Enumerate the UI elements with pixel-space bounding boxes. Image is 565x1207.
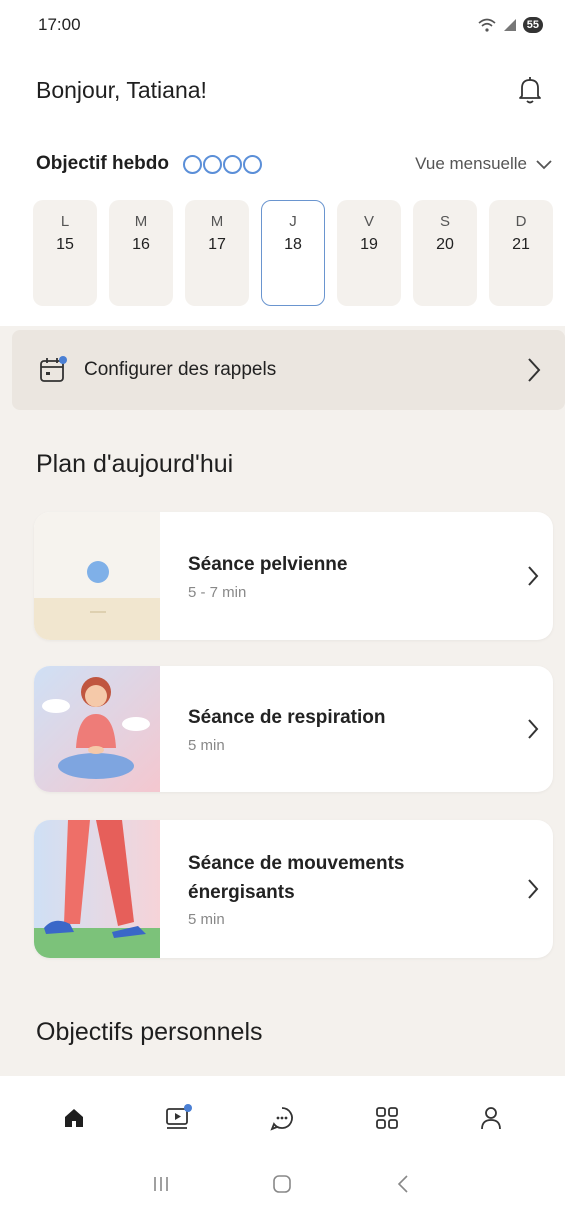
back-icon[interactable] bbox=[392, 1172, 416, 1196]
configure-reminders-label: Configurer des rappels bbox=[84, 359, 277, 380]
day-selector: L 15 M 16 M 17 J 18 V 19 S 20 D 21 bbox=[33, 200, 555, 306]
day-letter: M bbox=[134, 213, 148, 230]
status-bar: 17:00 55 bbox=[0, 0, 565, 50]
day-thursday-selected[interactable]: J 18 bbox=[261, 200, 325, 306]
session-duration: 5 - 7 min bbox=[188, 583, 247, 601]
day-sunday[interactable]: D 21 bbox=[489, 200, 553, 306]
card-body: Séance pelvienne 5 - 7 min bbox=[160, 551, 513, 601]
personal-goals-title: Objectifs personnels bbox=[36, 1018, 263, 1046]
bottom-nav bbox=[0, 1076, 565, 1160]
session-duration: 5 min bbox=[188, 736, 225, 754]
status-time: 17:00 bbox=[38, 15, 81, 34]
day-letter: M bbox=[210, 213, 224, 230]
goal-circle bbox=[243, 154, 262, 174]
day-number: 20 bbox=[436, 236, 454, 253]
day-letter: L bbox=[60, 213, 70, 230]
day-letter: D bbox=[515, 213, 527, 230]
home-system-icon[interactable] bbox=[270, 1172, 294, 1196]
breathing-session-illustration bbox=[34, 666, 160, 792]
day-number: 18 bbox=[284, 236, 302, 253]
card-body: Séance de respiration 5 min bbox=[160, 704, 513, 754]
battery-indicator: 55 bbox=[522, 17, 543, 33]
chat-icon bbox=[270, 1107, 294, 1131]
day-friday[interactable]: V 19 bbox=[337, 200, 401, 306]
session-card-energizing[interactable]: Séance de mouvements énergisants 5 min bbox=[34, 820, 553, 958]
configure-reminders-button[interactable]: Configurer des rappels bbox=[12, 330, 565, 410]
day-tuesday[interactable]: M 16 bbox=[109, 200, 173, 306]
grid-icon bbox=[375, 1107, 398, 1129]
nav-catalog[interactable] bbox=[357, 1088, 417, 1148]
monthly-view-toggle[interactable]: Vue mensuelle bbox=[415, 154, 553, 174]
day-number: 21 bbox=[512, 236, 530, 253]
goal-circle bbox=[223, 154, 242, 174]
chevron-right-icon bbox=[528, 358, 541, 382]
day-number: 17 bbox=[208, 236, 226, 253]
session-card-pelvic[interactable]: Séance pelvienne 5 - 7 min bbox=[34, 512, 553, 640]
weekly-goal-row: Objectif hebdo Vue mensuelle bbox=[36, 148, 553, 180]
chevron-right-icon bbox=[513, 562, 553, 590]
bell-icon[interactable] bbox=[517, 75, 543, 105]
day-letter: J bbox=[289, 213, 297, 230]
pelvic-session-illustration bbox=[34, 512, 160, 640]
monthly-view-label: Vue mensuelle bbox=[415, 154, 527, 173]
profile-icon bbox=[480, 1107, 501, 1130]
chevron-right-icon bbox=[513, 715, 553, 743]
day-number: 15 bbox=[56, 236, 74, 253]
day-number: 19 bbox=[360, 236, 378, 253]
greeting: Bonjour, Tatiana! bbox=[36, 76, 207, 103]
day-monday[interactable]: L 15 bbox=[33, 200, 97, 306]
plan-title: Plan d'aujourd'hui bbox=[36, 450, 234, 478]
signal-icon bbox=[503, 19, 516, 31]
session-duration: 5 min bbox=[188, 911, 225, 928]
session-title: Séance pelvienne bbox=[188, 554, 348, 576]
weekly-goal-title: Objectif hebdo bbox=[36, 153, 169, 174]
energizing-session-illustration bbox=[34, 820, 160, 958]
system-nav-bar bbox=[0, 1160, 565, 1207]
day-letter: S bbox=[439, 213, 450, 230]
nav-profile[interactable] bbox=[461, 1088, 521, 1148]
session-title: Séance de respiration bbox=[188, 707, 386, 729]
home-icon bbox=[65, 1109, 84, 1127]
card-body: Séance de mouvements énergisants 5 min bbox=[160, 850, 513, 928]
weekly-goal: Objectif hebdo bbox=[36, 153, 262, 175]
nav-chat[interactable] bbox=[252, 1088, 312, 1148]
day-letter: V bbox=[363, 213, 374, 230]
header: Bonjour, Tatiana! bbox=[36, 72, 543, 108]
day-saturday[interactable]: S 20 bbox=[413, 200, 477, 306]
nav-videos[interactable] bbox=[148, 1088, 208, 1148]
video-icon bbox=[166, 1104, 193, 1129]
recent-apps-icon[interactable] bbox=[149, 1172, 173, 1196]
goal-circle bbox=[203, 154, 222, 174]
nav-home[interactable] bbox=[44, 1088, 104, 1148]
wifi-icon bbox=[478, 18, 496, 32]
status-icons: 55 bbox=[477, 17, 543, 33]
chevron-down-icon bbox=[536, 160, 552, 170]
calendar-reminder-icon bbox=[38, 355, 68, 385]
session-title: Séance de mouvements énergisants bbox=[188, 853, 405, 903]
day-wednesday[interactable]: M 17 bbox=[185, 200, 249, 306]
weekly-goal-progress bbox=[183, 154, 262, 174]
session-card-breathing[interactable]: Séance de respiration 5 min bbox=[34, 666, 553, 792]
goal-circle bbox=[183, 154, 202, 174]
chevron-right-icon bbox=[513, 875, 553, 903]
day-number: 16 bbox=[132, 236, 150, 253]
